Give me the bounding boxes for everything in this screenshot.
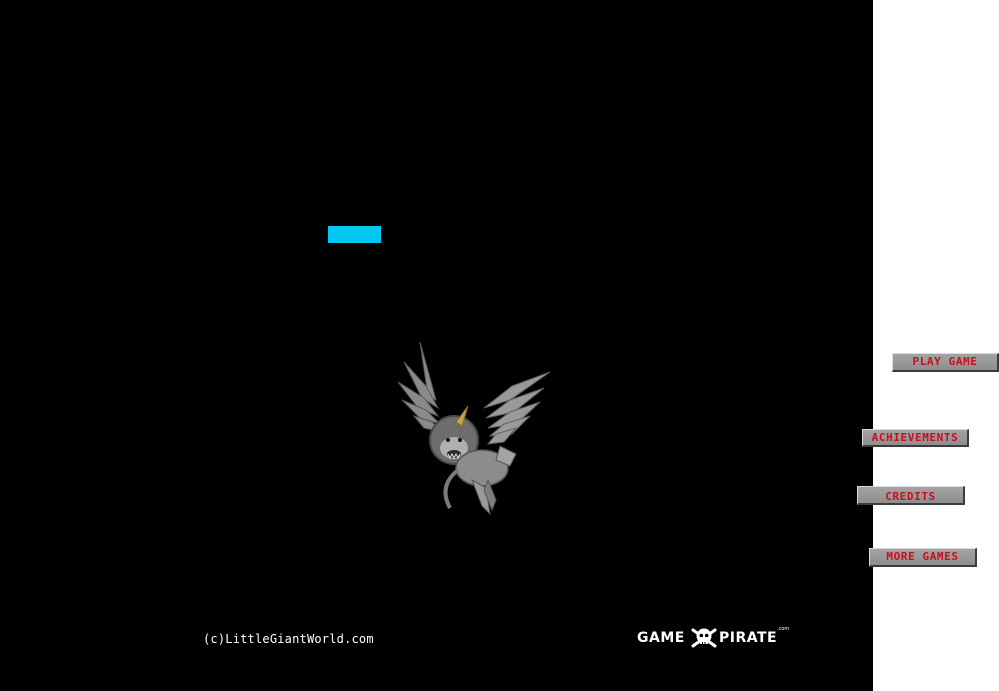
logo-word-game: GAME xyxy=(637,630,685,646)
achievements-button[interactable]: ACHIEVEMENTS xyxy=(862,429,969,447)
logo-suffix: .com xyxy=(777,626,789,632)
play-game-button[interactable]: PLAY GAME xyxy=(892,353,999,372)
logo-word-pirate: PIRATE xyxy=(719,630,777,646)
gamepirate-logo[interactable]: GAME PIRATE .com xyxy=(637,624,797,650)
skull-crossbones-icon xyxy=(691,628,717,648)
winged-lion-sprite xyxy=(397,341,551,516)
game-stage[interactable]: (c)LittleGiantWorld.com GAME PIRATE .com xyxy=(0,0,873,691)
credits-button[interactable]: CREDITS xyxy=(857,486,965,505)
copyright-text: (c)LittleGiantWorld.com xyxy=(203,632,374,646)
more-games-button[interactable]: MORE GAMES xyxy=(869,548,977,567)
cyan-block xyxy=(328,226,381,243)
